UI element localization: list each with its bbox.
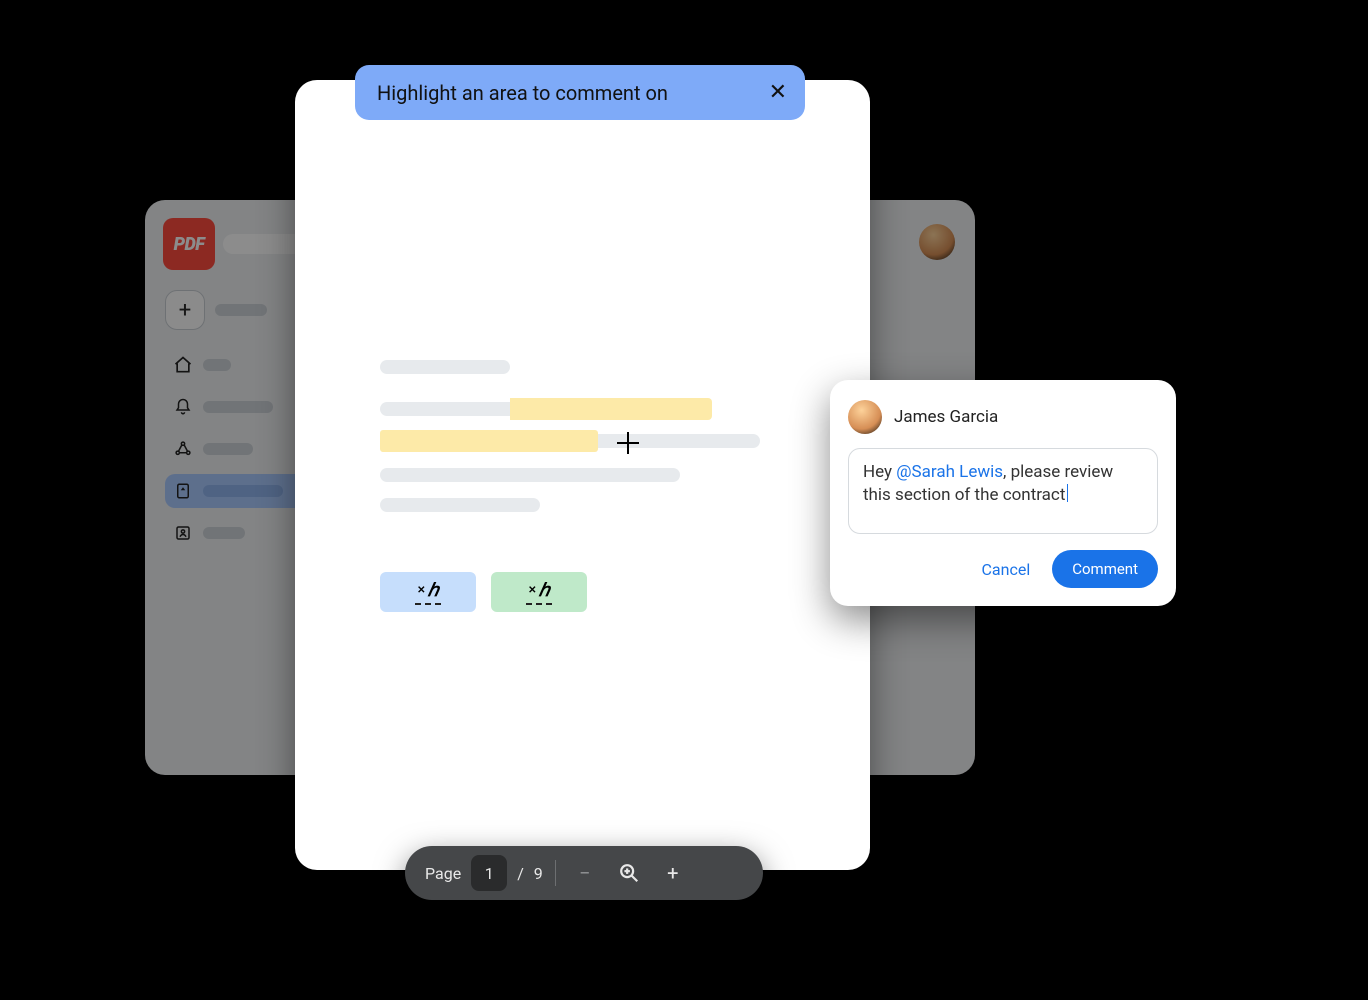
text-skeleton: [380, 360, 510, 374]
document-body: ✕ℎ ✕ℎ: [295, 80, 870, 612]
highlight-region[interactable]: [510, 398, 712, 420]
zoom-out-button[interactable]: −: [568, 856, 602, 890]
zoom-reset-button[interactable]: [612, 856, 646, 890]
comment-button[interactable]: Comment: [1052, 550, 1158, 588]
divider: [555, 860, 556, 886]
crosshair-cursor-icon: [617, 432, 639, 454]
signature-field-1[interactable]: ✕ℎ: [380, 572, 476, 612]
mention[interactable]: @Sarah Lewis: [896, 462, 1003, 482]
highlight-region[interactable]: [380, 430, 598, 452]
text-skeleton: [380, 468, 680, 482]
close-icon[interactable]: ✕: [769, 80, 787, 105]
document-preview[interactable]: ✕ℎ ✕ℎ Page 1 / 9 − +: [295, 80, 870, 870]
page-sep: /: [517, 864, 524, 883]
signature-field-2[interactable]: ✕ℎ: [491, 572, 587, 612]
text-cursor: [1067, 484, 1068, 502]
cancel-button[interactable]: Cancel: [982, 560, 1031, 579]
comment-input[interactable]: Hey @Sarah Lewis, please review this sec…: [848, 448, 1158, 534]
text-skeleton: [380, 402, 510, 416]
page-toolbar: Page 1 / 9 − +: [405, 846, 763, 900]
tooltip-text: Highlight an area to comment on: [377, 81, 668, 105]
page-label: Page: [425, 864, 461, 883]
highlight-tooltip: Highlight an area to comment on ✕: [355, 65, 805, 120]
avatar: [848, 400, 882, 434]
zoom-in-button[interactable]: +: [656, 856, 690, 890]
page-number-input[interactable]: 1: [471, 855, 507, 891]
page-total: 9: [534, 864, 543, 883]
text-skeleton: [380, 498, 540, 512]
comment-text-pre: Hey: [863, 462, 896, 482]
comment-popover: James Garcia Hey @Sarah Lewis, please re…: [830, 380, 1176, 606]
comment-author: James Garcia: [894, 407, 998, 427]
signature-row: ✕ℎ ✕ℎ: [380, 572, 785, 612]
